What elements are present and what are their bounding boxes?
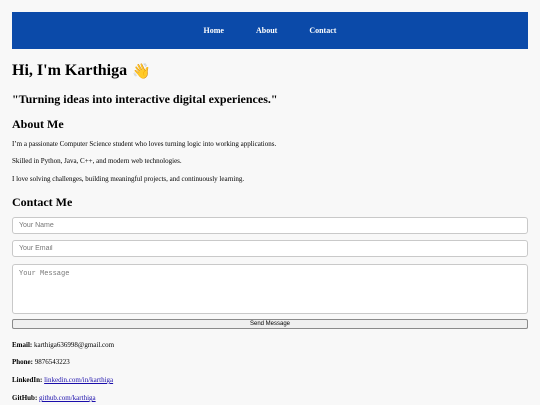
contact-email-line: Email: karthiga636998@gmail.com bbox=[12, 340, 114, 350]
contact-heading: Contact Me bbox=[12, 195, 73, 209]
tagline: "Turning ideas into interactive digital … bbox=[12, 92, 278, 106]
contact-phone-value: 9876543223 bbox=[34, 358, 70, 366]
linkedin-link[interactable]: linkedin.com/in/karthiga bbox=[44, 376, 113, 384]
contact-phone-label: Phone: bbox=[12, 358, 33, 366]
send-message-button[interactable]: Send Message bbox=[12, 319, 528, 329]
message-textarea[interactable] bbox=[12, 264, 528, 314]
about-heading: About Me bbox=[12, 117, 64, 131]
contact-phone-line: Phone: 9876543223 bbox=[12, 357, 70, 367]
contact-email-label: Email: bbox=[12, 341, 33, 349]
about-paragraph-3: I love solving challenges, building mean… bbox=[12, 175, 245, 183]
about-paragraph-1: I’m a passionate Computer Science studen… bbox=[12, 140, 277, 148]
nav-about-link[interactable]: About bbox=[256, 26, 277, 35]
contact-email-value: karthiga636998@gmail.com bbox=[33, 341, 115, 349]
contact-linkedin-label: LinkedIn: bbox=[12, 376, 43, 384]
contact-linkedin-line: LinkedIn: linkedin.com/in/karthiga bbox=[12, 375, 113, 385]
nav-home-link[interactable]: Home bbox=[204, 26, 224, 35]
name-input[interactable] bbox=[12, 217, 528, 234]
page-title-text: Hi, I'm Karthiga bbox=[12, 62, 128, 79]
email-input[interactable] bbox=[12, 240, 528, 257]
contact-github-line: GitHub: github.com/karthiga bbox=[12, 393, 96, 403]
contact-github-label: GitHub: bbox=[12, 394, 38, 402]
waving-hand-icon: 👋 bbox=[132, 61, 151, 80]
about-paragraph-2: Skilled in Python, Java, C++, and modern… bbox=[12, 157, 182, 165]
nav-contact-link[interactable]: Contact bbox=[309, 26, 336, 35]
navbar: Home About Contact bbox=[12, 12, 528, 49]
github-link[interactable]: github.com/karthiga bbox=[39, 394, 96, 402]
page-title: Hi, I'm Karthiga 👋 bbox=[12, 58, 528, 84]
main-content: Hi, I'm Karthiga 👋 "Turning ideas into i… bbox=[12, 58, 528, 402]
